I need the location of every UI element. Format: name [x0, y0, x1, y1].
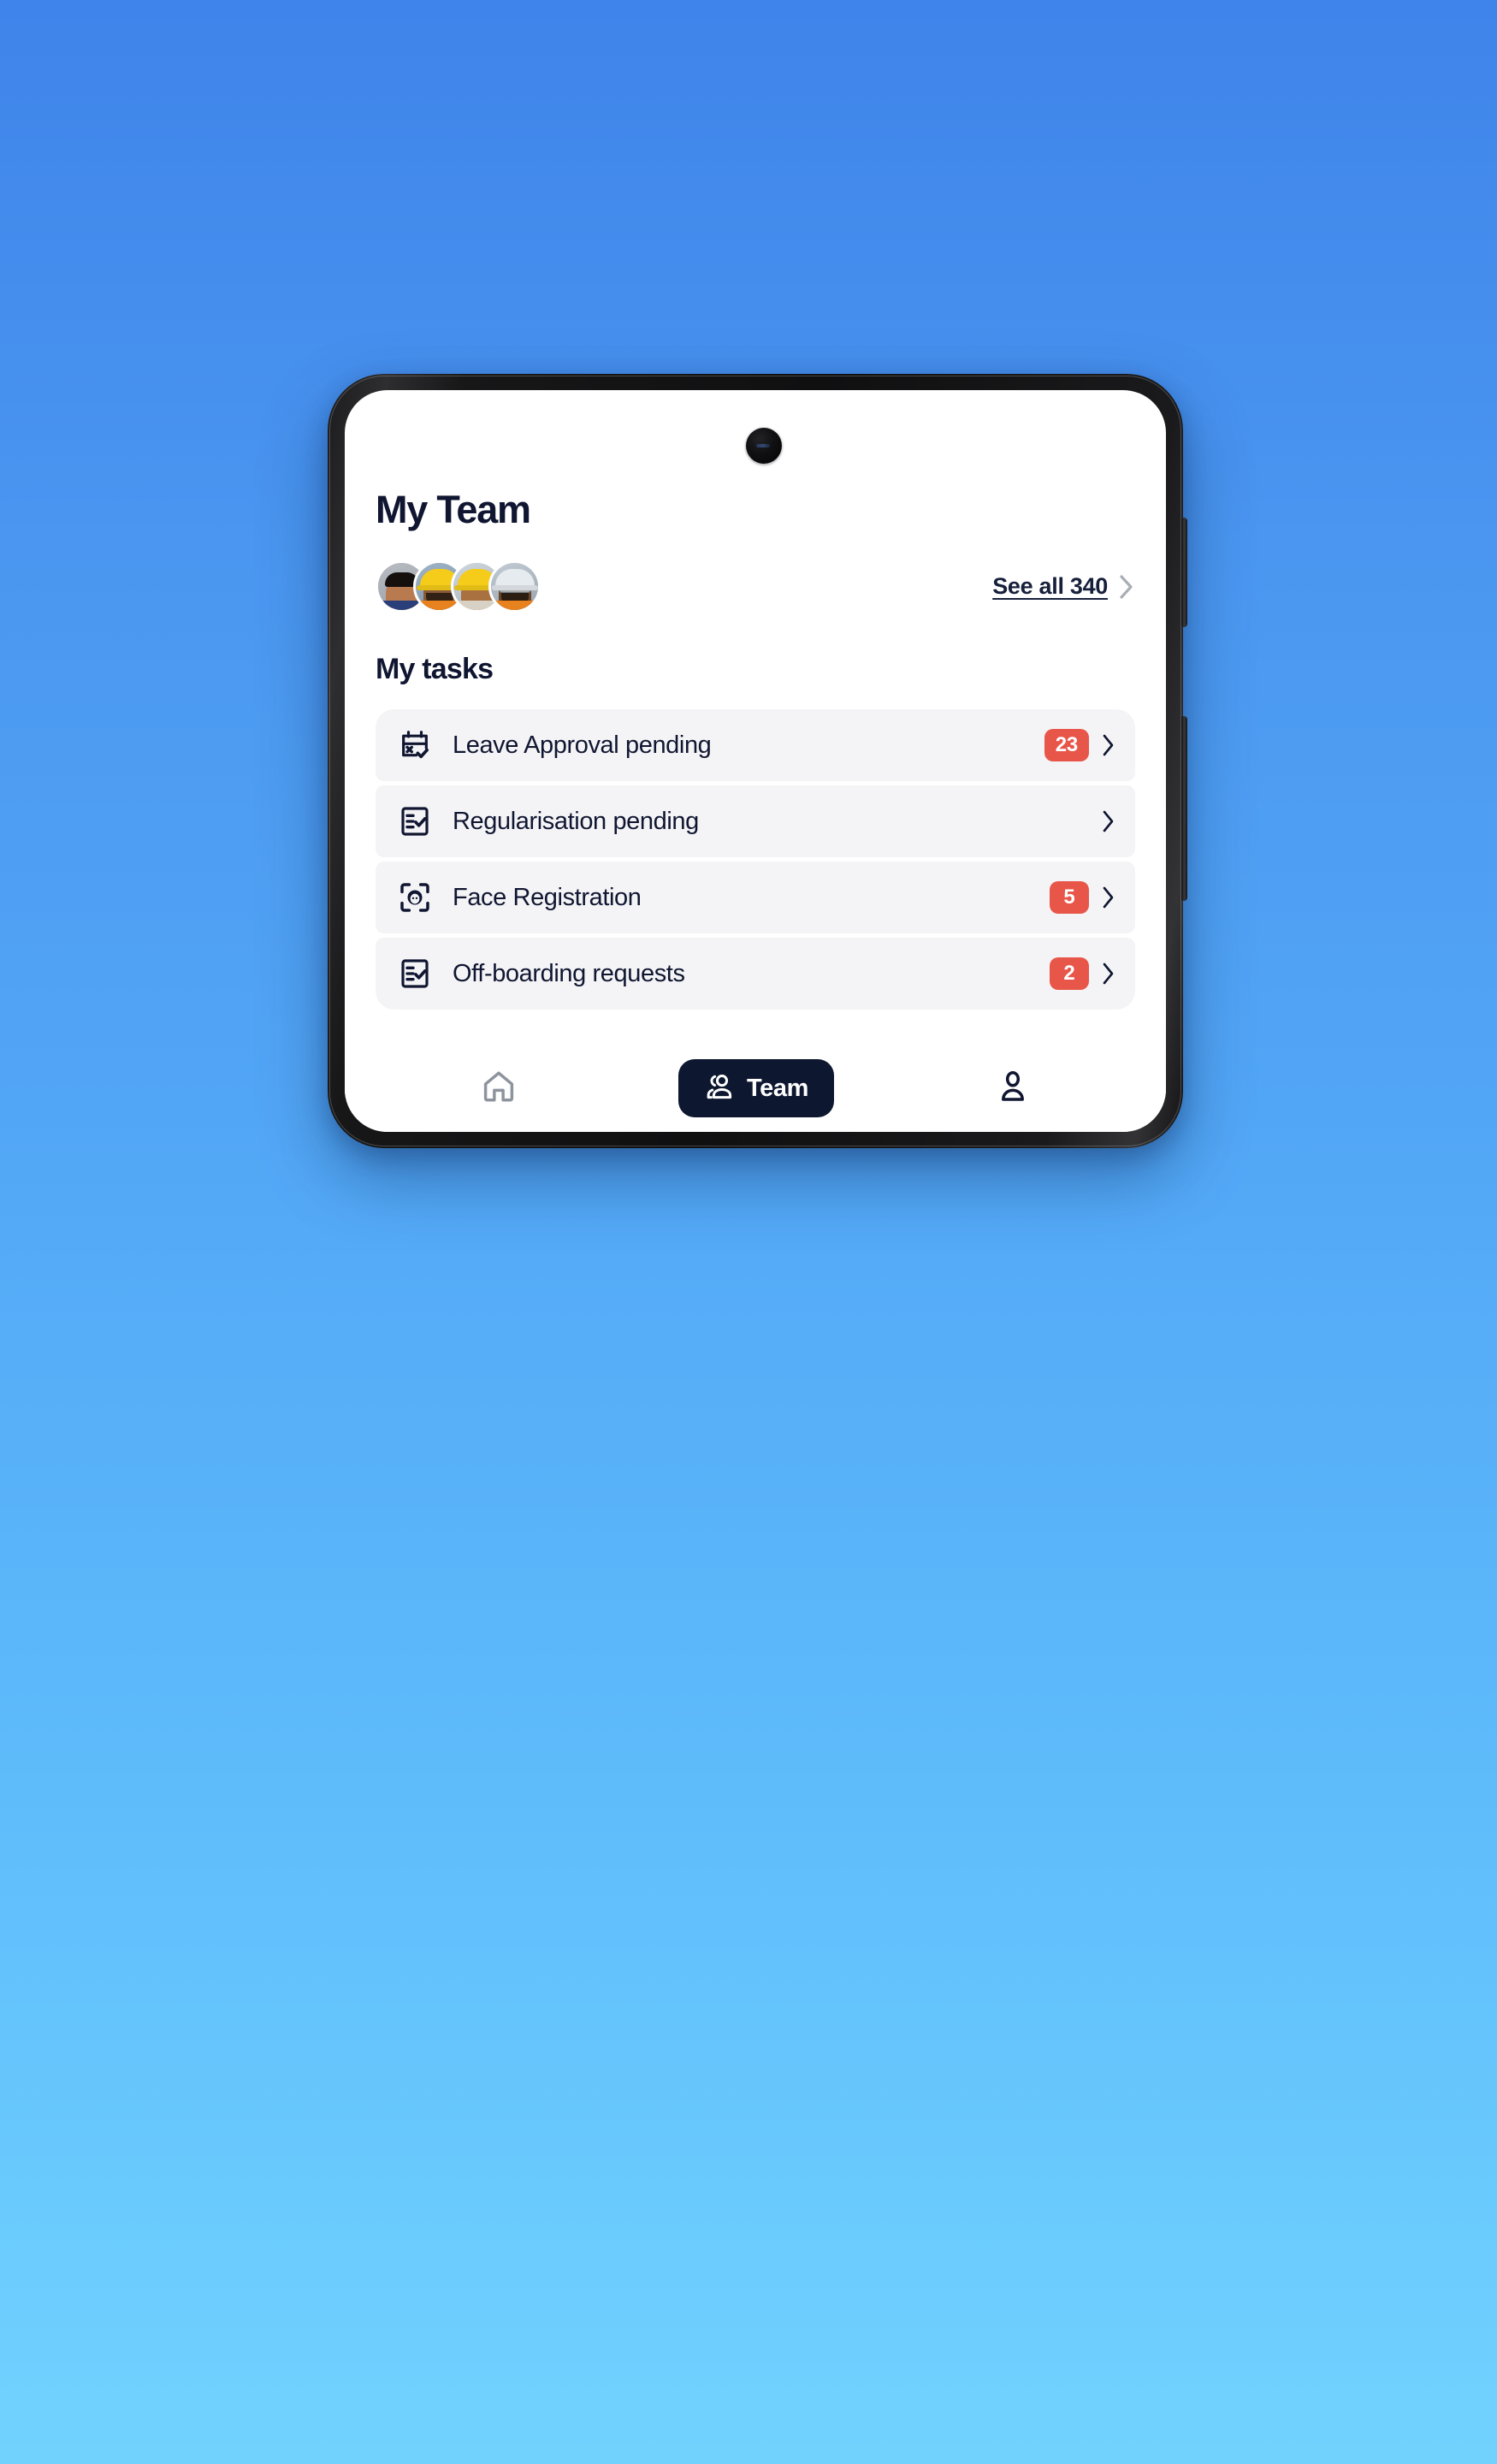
task-row-face-registration[interactable]: Face Registration 5	[376, 862, 1135, 933]
task-row-offboarding[interactable]: Off-boarding requests 2	[376, 938, 1135, 1010]
team-avatar-group[interactable]	[376, 560, 541, 613]
home-icon	[480, 1068, 518, 1110]
front-camera-icon	[746, 428, 782, 464]
tasks-heading: My tasks	[376, 653, 494, 685]
people-icon	[704, 1071, 735, 1106]
task-label: Leave Approval pending	[453, 731, 712, 759]
list-check-icon	[396, 955, 434, 992]
nav-team-pill[interactable]: Team	[677, 1059, 834, 1117]
chevron-right-icon	[1101, 732, 1116, 758]
task-row-regularisation[interactable]: Regularisation pending	[376, 785, 1135, 857]
task-badge: 2	[1050, 957, 1089, 990]
power-button[interactable]	[1181, 716, 1187, 901]
avatar[interactable]	[488, 560, 541, 613]
see-all-team-link[interactable]: See all 340	[992, 573, 1135, 601]
nav-item-profile[interactable]	[995, 1069, 1031, 1109]
task-list: Leave Approval pending 23 Regularisation…	[376, 709, 1135, 1010]
nav-team-label: Team	[746, 1074, 808, 1102]
team-summary-row: See all 340	[376, 560, 1135, 613]
phone-screen: My Team See all 340 My tasks Leave Appro…	[345, 390, 1166, 1132]
list-check-icon	[396, 803, 434, 840]
task-label: Off-boarding requests	[453, 959, 685, 987]
page-title: My Team	[376, 488, 531, 531]
phone-device: My Team See all 340 My tasks Leave Appro…	[328, 374, 1187, 1148]
nav-item-home[interactable]	[480, 1068, 518, 1110]
volume-button[interactable]	[1181, 518, 1187, 627]
bottom-navigation-bar: Team	[345, 1045, 1166, 1132]
person-icon	[995, 1069, 1031, 1109]
task-badge: 5	[1050, 881, 1089, 914]
face-scan-icon	[396, 879, 434, 916]
chevron-right-icon	[1101, 885, 1116, 910]
task-badge: 23	[1044, 729, 1089, 761]
see-all-label: See all 340	[992, 573, 1108, 599]
task-label: Regularisation pending	[453, 807, 699, 835]
calendar-check-icon	[396, 726, 434, 764]
task-row-leave-approval[interactable]: Leave Approval pending 23	[376, 709, 1135, 781]
nav-item-team[interactable]: Team	[677, 1059, 834, 1117]
app-content: My Team See all 340 My tasks Leave Appro…	[345, 390, 1166, 1132]
chevron-right-icon	[1101, 961, 1116, 986]
chevron-right-icon	[1118, 573, 1135, 601]
chevron-right-icon	[1101, 808, 1116, 834]
task-label: Face Registration	[453, 883, 642, 911]
